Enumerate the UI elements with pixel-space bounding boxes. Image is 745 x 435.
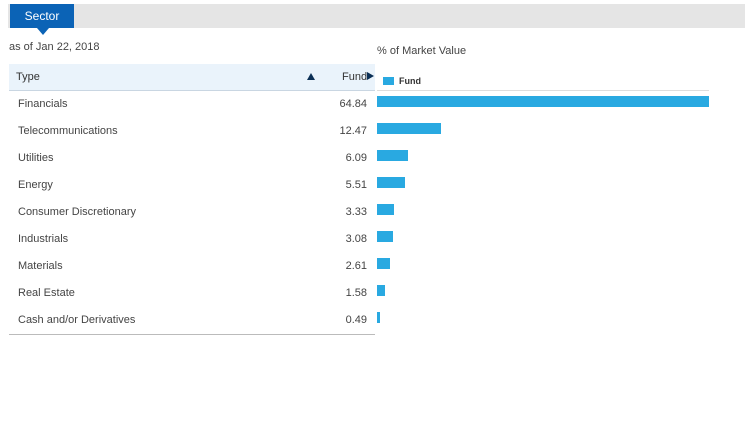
row-fund-value: 0.49 [345,314,367,326]
row-fund-value: 12.47 [339,125,367,137]
row-type: Consumer Discretionary [18,206,136,218]
bar-chart [377,91,717,334]
row-type: Materials [18,260,63,272]
row-fund-value: 5.51 [345,179,367,191]
row-fund-value: 1.58 [345,287,367,299]
legend-swatch [383,77,394,85]
row-fund-value: 3.08 [345,233,367,245]
table-header: Type Fund [9,64,375,91]
sector-table: Financials 64.84 Telecommunications 12.4… [9,91,375,335]
row-type: Industrials [18,233,69,245]
row-type: Cash and/or Derivatives [18,314,136,326]
table-row: Telecommunications 12.47 [9,118,375,145]
row-type: Financials [18,98,68,110]
bar-cash-and-or-derivatives [377,312,380,323]
column-header-fund[interactable]: Fund [342,64,367,90]
bar-consumer-discretionary [377,204,395,215]
tab-sector-label: Sector [24,9,60,23]
as-of-date: as of Jan 22, 2018 [9,41,100,53]
bar-materials [377,258,391,269]
bar-industrials [377,231,393,242]
bar-financials [377,96,709,107]
column-header-type[interactable]: Type [16,64,40,90]
row-fund-value: 2.61 [345,260,367,272]
bar-utilities [377,150,409,161]
sort-ascending-icon[interactable] [307,73,315,80]
table-row: Financials 64.84 [9,91,375,118]
row-type: Energy [18,179,53,191]
row-fund-value: 3.33 [345,206,367,218]
sort-fund-icon[interactable] [367,72,374,80]
bar-telecommunications [377,123,441,134]
row-type: Telecommunications [18,125,118,137]
row-type: Utilities [18,152,54,164]
chart-title: % of Market Value [377,45,467,57]
table-row: Consumer Discretionary 3.33 [9,199,375,226]
table-row: Utilities 6.09 [9,145,375,172]
row-fund-value: 6.09 [345,152,367,164]
row-type: Real Estate [18,287,75,299]
tab-active-caret-icon [37,28,49,35]
table-row: Industrials 3.08 [9,226,375,253]
table-row: Real Estate 1.58 [9,280,375,307]
legend-label: Fund [399,76,421,86]
tab-sector[interactable]: Sector [10,4,74,28]
bar-real-estate [377,285,386,296]
table-row: Materials 2.61 [9,253,375,280]
table-row: Energy 5.51 [9,172,375,199]
row-fund-value: 64.84 [339,98,367,110]
chart-legend: Fund [383,75,421,87]
tab-bar: Sector [8,4,745,35]
table-row: Cash and/or Derivatives 0.49 [9,307,375,334]
bar-energy [377,177,406,188]
